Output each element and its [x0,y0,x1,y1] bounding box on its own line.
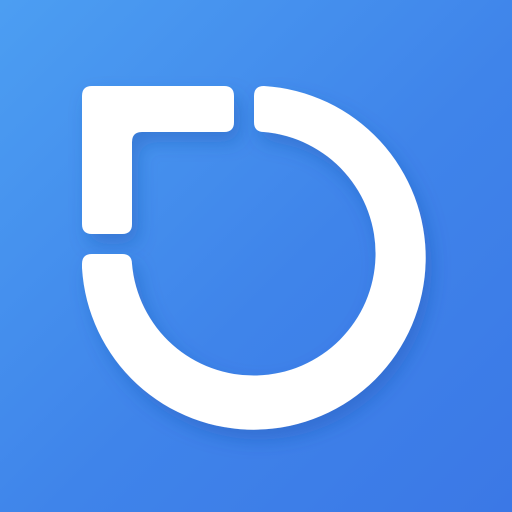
logo-corner-block [82,86,234,234]
logo-ring [82,86,426,430]
app-icon [0,0,512,512]
app-logo-icon [82,86,426,430]
